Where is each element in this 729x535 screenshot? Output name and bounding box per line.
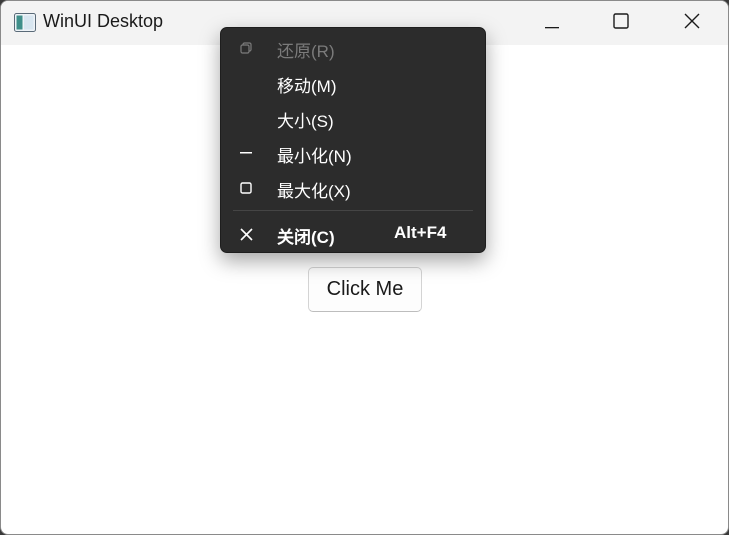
maximize-icon xyxy=(237,179,255,197)
menu-item-minimize[interactable]: 最小化(N) xyxy=(221,135,485,170)
click-me-button[interactable]: Click Me xyxy=(308,267,422,312)
menu-item-label: 大小(S) xyxy=(277,112,334,131)
app-window-icon xyxy=(14,13,36,32)
menu-item-label: 最小化(N) xyxy=(277,147,352,166)
close-icon xyxy=(684,13,700,33)
menu-item-move[interactable]: 移动(M) xyxy=(221,65,485,100)
maximize-button[interactable] xyxy=(598,1,644,45)
window-title: WinUI Desktop xyxy=(43,11,164,31)
menu-item-shortcut: Alt+F4 xyxy=(394,223,447,242)
maximize-icon xyxy=(613,13,629,33)
menu-item-size[interactable]: 大小(S) xyxy=(221,100,485,135)
system-menu: 还原(R) 移动(M) 大小(S) 最小化(N) 最大化(X) 关闭(C) Al… xyxy=(220,27,486,253)
menu-separator xyxy=(233,210,473,211)
menu-item-label: 关闭(C) xyxy=(277,228,335,247)
close-button[interactable] xyxy=(669,1,715,45)
menu-item-label: 还原(R) xyxy=(277,42,335,61)
minimize-button[interactable] xyxy=(529,1,575,45)
menu-item-restore[interactable]: 还原(R) xyxy=(221,30,485,65)
menu-item-label: 移动(M) xyxy=(277,77,337,96)
close-icon xyxy=(237,225,255,243)
menu-item-maximize[interactable]: 最大化(X) xyxy=(221,170,485,205)
minimize-icon xyxy=(237,144,255,162)
restore-icon xyxy=(237,39,255,57)
minimize-icon xyxy=(545,14,559,33)
menu-item-close[interactable]: 关闭(C) Alt+F4 xyxy=(221,216,485,251)
menu-item-label: 最大化(X) xyxy=(277,182,351,201)
